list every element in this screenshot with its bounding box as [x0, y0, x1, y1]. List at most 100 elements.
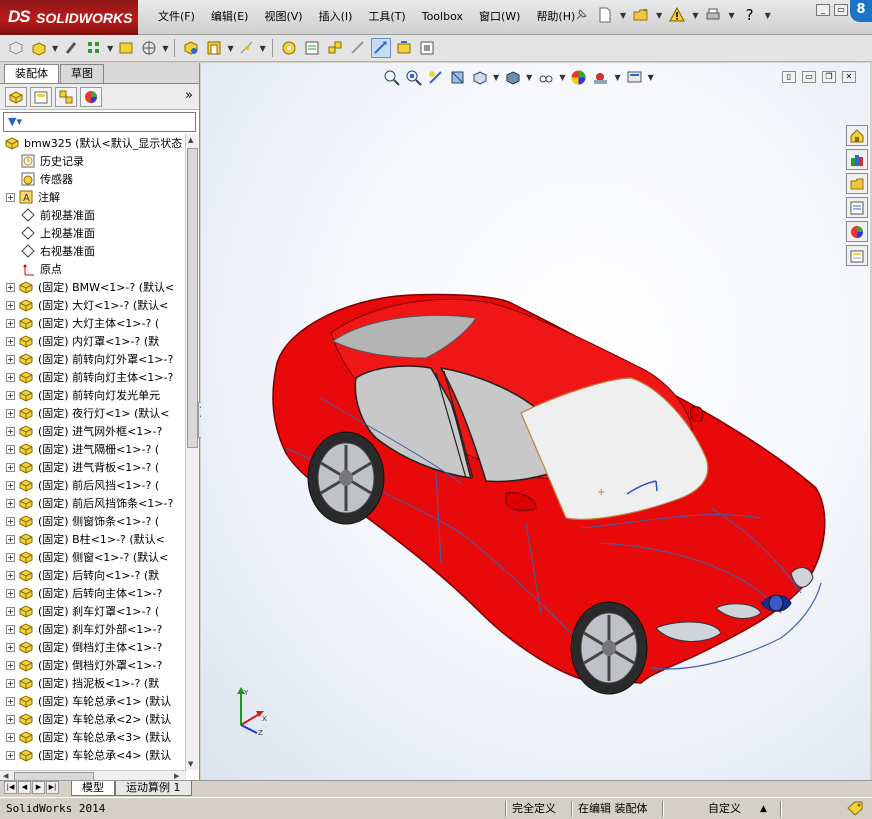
- chevron-down-icon[interactable]: ▼: [107, 44, 113, 53]
- expand-icon[interactable]: +: [6, 318, 15, 328]
- tree-item-origin[interactable]: 原点: [0, 260, 186, 278]
- appearances-icon[interactable]: [846, 221, 868, 242]
- expand-icon[interactable]: +: [6, 696, 15, 706]
- tab-sketch[interactable]: 草图: [60, 64, 104, 83]
- tree-item-component[interactable]: + (固定) 进气隔栅<1>-? (: [0, 440, 186, 458]
- menu-tools[interactable]: 工具(T): [360, 9, 413, 25]
- tree-item-component[interactable]: + (固定) 大灯主体<1>-? (: [0, 314, 186, 332]
- expand-icon[interactable]: +: [6, 426, 15, 436]
- tree-item-component[interactable]: + (固定) 车轮总承<4> (默认: [0, 746, 186, 764]
- instant3d-icon[interactable]: [370, 38, 391, 58]
- previous-tab-icon[interactable]: ◀: [18, 781, 31, 794]
- expand-icon[interactable]: +: [6, 390, 15, 400]
- take-snapshot-icon[interactable]: [417, 38, 437, 58]
- previous-view-icon[interactable]: [427, 69, 444, 86]
- expand-icon[interactable]: +: [6, 444, 15, 454]
- zoom-to-fit-icon[interactable]: [383, 69, 400, 86]
- first-tab-icon[interactable]: |◀: [4, 781, 17, 794]
- chevron-down-icon[interactable]: ▼: [227, 44, 233, 53]
- tree-item-component[interactable]: + (固定) 前后风挡饰条<1>-?: [0, 494, 186, 512]
- split-vertical-icon[interactable]: ▯: [782, 71, 796, 83]
- next-tab-icon[interactable]: ▶: [32, 781, 45, 794]
- menu-window[interactable]: 窗口(W): [471, 9, 528, 25]
- reference-geometry-icon[interactable]: [237, 38, 257, 58]
- display-style-icon[interactable]: [504, 69, 521, 86]
- edit-component-icon[interactable]: [6, 38, 26, 58]
- display-manager-icon[interactable]: [80, 86, 102, 107]
- scroll-thumb[interactable]: [187, 148, 198, 448]
- tree-vertical-scrollbar[interactable]: ▲ ▼: [185, 134, 198, 770]
- restore-icon[interactable]: ▭: [834, 4, 848, 16]
- tab-motion-study[interactable]: 运动算例 1: [115, 781, 192, 796]
- expand-icon[interactable]: +: [6, 372, 15, 382]
- property-manager-icon[interactable]: [30, 86, 52, 107]
- tree-item-component[interactable]: + (固定) 挡泥板<1>-? (默: [0, 674, 186, 692]
- scroll-up-icon[interactable]: ▲: [188, 136, 193, 144]
- menu-edit[interactable]: 编辑(E): [203, 9, 257, 25]
- tree-item-component[interactable]: + (固定) 刹车灯外部<1>-?: [0, 620, 186, 638]
- expand-icon[interactable]: +: [6, 408, 15, 418]
- chevron-down-icon[interactable]: ▼: [692, 11, 698, 20]
- menu-view[interactable]: 视图(V): [256, 9, 310, 25]
- tree-item-component[interactable]: + (固定) 侧窗<1>-? (默认<: [0, 548, 186, 566]
- open-folder-icon[interactable]: [632, 6, 650, 24]
- configuration-manager-icon[interactable]: [55, 86, 77, 107]
- view-settings-icon[interactable]: [626, 69, 643, 86]
- expand-icon[interactable]: +: [6, 624, 15, 634]
- expand-icon[interactable]: +: [6, 192, 15, 202]
- update-speedpak-icon[interactable]: [394, 38, 414, 58]
- tree-filter-input[interactable]: ▼▾: [3, 112, 196, 132]
- expand-icon[interactable]: +: [6, 534, 15, 544]
- rebuild-tag-icon[interactable]: [846, 800, 864, 816]
- tree-item-annotations[interactable]: + A 注解: [0, 188, 186, 206]
- expand-icon[interactable]: +: [6, 354, 15, 364]
- expand-icon[interactable]: +: [6, 588, 15, 598]
- tree-item-component[interactable]: + (固定) 侧窗饰条<1>-? (: [0, 512, 186, 530]
- view-palette-icon[interactable]: [846, 197, 868, 218]
- tree-item-component[interactable]: + (固定) 内灯罩<1>-? (默: [0, 332, 186, 350]
- tree-item-history[interactable]: 历史记录: [0, 152, 186, 170]
- expand-icon[interactable]: +: [6, 480, 15, 490]
- chevron-down-icon[interactable]: ▼: [614, 73, 620, 82]
- chevron-up-icon[interactable]: ▲: [760, 801, 767, 817]
- hide-show-items-icon[interactable]: [537, 69, 554, 86]
- expand-icon[interactable]: +: [6, 300, 15, 310]
- tree-item-component[interactable]: + (固定) 夜行灯<1> (默认<: [0, 404, 186, 422]
- tree-item-component[interactable]: + (固定) 大灯<1>-? (默认<: [0, 296, 186, 314]
- expand-icon[interactable]: +: [6, 606, 15, 616]
- menu-insert[interactable]: 插入(I): [311, 9, 361, 25]
- home-icon[interactable]: [846, 125, 868, 146]
- scroll-left-icon[interactable]: ◀: [3, 772, 8, 780]
- view-orientation-icon[interactable]: [471, 69, 488, 86]
- tree-item-component[interactable]: + (固定) 车轮总承<1> (默认: [0, 692, 186, 710]
- tree-root[interactable]: bmw325 (默认<默认_显示状态: [0, 134, 186, 152]
- chevron-down-icon[interactable]: ▼: [765, 11, 771, 20]
- tree-item-component[interactable]: + (固定) 前转向灯发光单元: [0, 386, 186, 404]
- menu-file[interactable]: 文件(F): [150, 9, 203, 25]
- close-icon[interactable]: ✕: [842, 71, 856, 83]
- solidworks-logo[interactable]: DS SOLIDWORKS: [0, 0, 138, 35]
- custom-properties-icon[interactable]: [846, 245, 868, 266]
- expand-icon[interactable]: +: [6, 570, 15, 580]
- last-tab-icon[interactable]: ▶|: [46, 781, 59, 794]
- tree-item-component[interactable]: + (固定) 前转向灯外罩<1>-?: [0, 350, 186, 368]
- tree-item-component[interactable]: + (固定) 进气背板<1>-? (: [0, 458, 186, 476]
- assembly-features-icon[interactable]: [204, 38, 224, 58]
- zoom-to-area-icon[interactable]: [405, 69, 422, 86]
- bill-of-materials-icon[interactable]: [302, 38, 322, 58]
- exploded-view-icon[interactable]: [325, 38, 345, 58]
- tree-item-sensors[interactable]: 传感器: [0, 170, 186, 188]
- tree-item-component[interactable]: + (固定) 车轮总承<2> (默认: [0, 710, 186, 728]
- tree-item-component[interactable]: + (固定) 倒档灯主体<1>-?: [0, 638, 186, 656]
- move-component-icon[interactable]: [139, 38, 159, 58]
- design-library-icon[interactable]: [846, 149, 868, 170]
- new-document-icon[interactable]: [596, 6, 614, 24]
- smart-fasteners-icon[interactable]: [116, 38, 136, 58]
- linear-pattern-icon[interactable]: [84, 38, 104, 58]
- expand-icon[interactable]: +: [6, 678, 15, 688]
- pin-icon[interactable]: [572, 6, 590, 24]
- expand-icon[interactable]: +: [6, 714, 15, 724]
- new-motion-study-icon[interactable]: [279, 38, 299, 58]
- chevron-down-icon[interactable]: ▼: [620, 11, 626, 20]
- notification-badge[interactable]: 8: [850, 0, 872, 22]
